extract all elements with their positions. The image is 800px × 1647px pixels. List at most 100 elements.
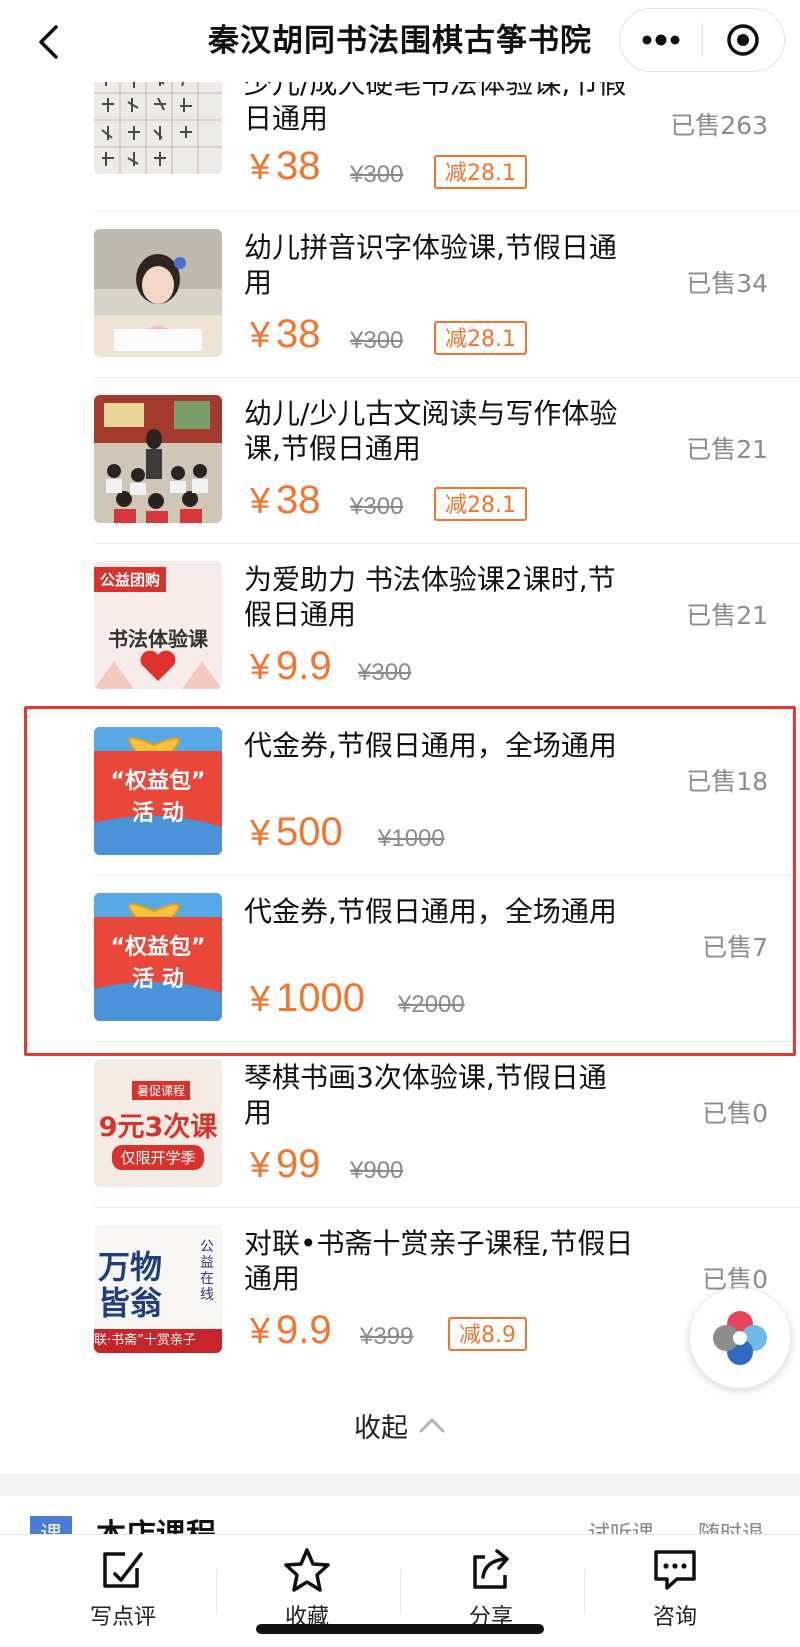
currency-symbol: ¥: [250, 978, 271, 1019]
collapse-button[interactable]: 收起: [0, 1375, 800, 1475]
original-price: ¥2000: [398, 991, 465, 1018]
item-title: 代金券,节假日通用，全场通用: [244, 895, 617, 928]
edit-icon: [103, 1552, 143, 1588]
charity-line: 书法体验课: [108, 627, 208, 651]
classroom-thumbnail: [94, 395, 222, 523]
share-icon: [473, 1549, 509, 1589]
section-separator: [0, 1474, 800, 1496]
couplet-bottom: 联·书斋”十赏亲子: [94, 1329, 222, 1353]
price-value: 99: [276, 1142, 321, 1186]
list-item[interactable]: “权益包” 活 动 代金券,节假日通用，全场通用 ¥1000 ¥2000 已售7: [0, 876, 800, 1042]
back-button[interactable]: [28, 22, 68, 62]
pinwheel-logo-icon: [713, 1311, 767, 1365]
currency-symbol: ¥: [250, 146, 271, 187]
couplet-main: 万物皆翁: [98, 1248, 163, 1322]
course-badge-icon: 课: [30, 1516, 72, 1536]
home-indicator: [256, 1624, 544, 1634]
price-value: 9.9: [276, 1308, 332, 1352]
chevron-left-icon: [39, 25, 58, 59]
gift-line2: 活 动: [132, 967, 184, 992]
item-title: 幼儿拼音识字体验课,节假日通用: [244, 231, 617, 299]
item-price: ¥38: [250, 310, 321, 359]
discount-badge: 减28.1: [434, 321, 527, 355]
tab-label: 咨询: [652, 1605, 697, 1630]
collapse-label: 收起: [354, 1412, 408, 1444]
list-item[interactable]: “权益包” 活 动 代金券,节假日通用，全场通用 ¥500 ¥1000 已售18: [0, 710, 800, 876]
list-item[interactable]: 幼儿拼音识字体验课,节假日通用 ¥38 ¥300 减28.1 已售34: [0, 212, 800, 378]
chevron-up-icon: [419, 1418, 445, 1433]
list-item[interactable]: 公益团购 书法体验课 为爱助力 书法体验课2课时,节假日通用 ¥9.9 ¥300…: [0, 544, 800, 710]
mini-program-capsule: [619, 8, 785, 72]
page-title: 秦汉胡同书法围棋古筝书院: [208, 23, 592, 59]
item-price: ¥500: [250, 808, 343, 857]
sold-count: 已售34: [686, 269, 768, 298]
original-price: ¥300: [350, 327, 404, 354]
star-icon: [284, 1548, 330, 1592]
couplet-thumbnail: 万物皆翁 公益在线 联·书斋”十赏亲子: [94, 1225, 222, 1353]
section-tags: 试听课 随时退: [587, 1522, 764, 1536]
target-close-icon: [727, 24, 759, 56]
sold-count: 已售7: [702, 933, 768, 962]
discount-badge: 减28.1: [434, 487, 527, 521]
currency-symbol: ¥: [250, 480, 271, 521]
original-price: ¥300: [350, 161, 404, 188]
item-title: 对联•书斋十赏亲子课程,节假日通用: [244, 1227, 634, 1295]
item-price: ¥38: [250, 476, 321, 525]
currency-symbol: ¥: [250, 1144, 271, 1185]
nav-bar: 秦汉胡同书法围棋古筝书院: [0, 0, 800, 82]
gift-line2: 活 动: [132, 801, 184, 826]
sold-count: 已售21: [686, 435, 768, 464]
price-value: 38: [276, 478, 321, 522]
promo-thumbnail: 暑促课程 9元3次课 仅限开学季: [94, 1059, 222, 1187]
list-item[interactable]: 万物皆翁 公益在线 联·书斋”十赏亲子 对联•书斋十赏亲子课程,节假日通用 ¥9…: [0, 1208, 800, 1374]
tab-consult[interactable]: 咨询: [600, 1543, 750, 1643]
sold-count: 已售21: [686, 601, 768, 630]
more-dots-icon: [642, 34, 680, 46]
currency-symbol: ¥: [250, 314, 271, 355]
item-title: 代金券,节假日通用，全场通用: [244, 729, 617, 762]
tab-write-review[interactable]: 写点评: [48, 1543, 198, 1643]
item-title: 琴棋书画3次体验课,节假日通用: [244, 1061, 607, 1129]
charity-thumbnail: 公益团购 书法体验课: [94, 561, 222, 689]
original-price: ¥1000: [378, 825, 445, 852]
price-value: 500: [276, 810, 343, 854]
tab-divider: [216, 1569, 217, 1613]
calligraphy-thumbnail: [94, 66, 222, 174]
sold-count: 已售18: [686, 767, 768, 796]
original-price: ¥300: [350, 493, 404, 520]
gift-thumbnail: “权益包” 活 动: [94, 893, 222, 1021]
list-item[interactable]: 幼儿/少儿古文阅读与写作体验课,节假日通用 ¥38 ¥300 减28.1 已售2…: [0, 378, 800, 544]
list-item[interactable]: 暑促课程 9元3次课 仅限开学季 琴棋书画3次体验课,节假日通用 ¥99 ¥90…: [0, 1042, 800, 1208]
tab-divider: [400, 1569, 401, 1613]
tab-divider: [584, 1569, 585, 1613]
item-price: ¥9.9: [250, 642, 332, 691]
item-price: ¥1000: [250, 974, 365, 1023]
item-title: 幼儿/少儿古文阅读与写作体验课,节假日通用: [244, 397, 618, 465]
tab-label: 写点评: [89, 1605, 156, 1630]
store-courses-header: 课 本店课程 试听课 随时退: [0, 1496, 800, 1536]
promo-top: 暑促课程: [132, 1081, 191, 1100]
discount-badge: 减8.9: [448, 1317, 527, 1351]
promo-main: 9元3次课: [98, 1112, 218, 1143]
section-title: 本店课程: [96, 1518, 216, 1536]
item-title: 为爱助力 书法体验课2课时,节假日通用: [244, 563, 616, 631]
original-price: ¥900: [350, 1157, 404, 1184]
price-value: 38: [276, 144, 321, 188]
item-price: ¥99: [250, 1140, 321, 1189]
gift-line1: “权益包”: [110, 935, 206, 960]
sold-count: 已售263: [670, 111, 768, 140]
child-thumbnail: [94, 229, 222, 357]
close-mini-program-button[interactable]: [703, 9, 785, 71]
floating-service-button[interactable]: [690, 1288, 790, 1388]
gift-line1: “权益包”: [110, 769, 206, 794]
more-button[interactable]: [620, 9, 702, 71]
currency-symbol: ¥: [250, 1310, 271, 1351]
item-price: ¥9.9: [250, 1306, 332, 1355]
promo-sub: 仅限开学季: [112, 1145, 204, 1170]
original-price: ¥300: [358, 659, 412, 686]
currency-symbol: ¥: [250, 812, 271, 853]
couplet-side: 公益在线: [200, 1239, 214, 1303]
chat-icon: [654, 1550, 696, 1590]
currency-symbol: ¥: [250, 646, 271, 687]
charity-tag: 公益团购: [94, 567, 167, 592]
